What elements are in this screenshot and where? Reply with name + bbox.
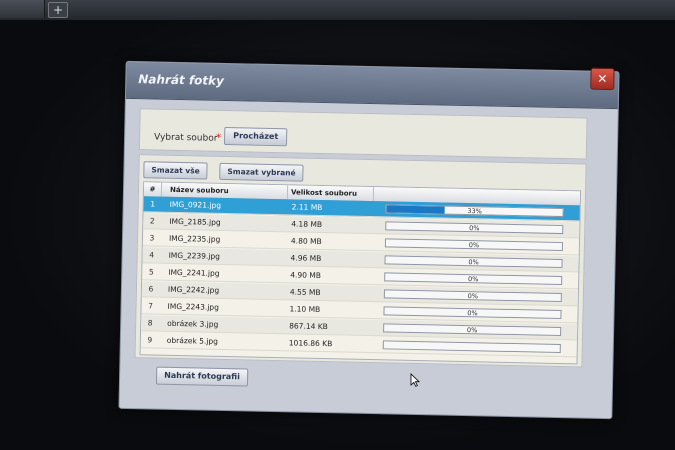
- row-number: 2: [149, 216, 155, 226]
- progress-bar: 0%: [383, 306, 562, 320]
- file-size: 4.90 MB: [290, 270, 322, 281]
- row-number: 1: [150, 199, 156, 209]
- file-name: IMG_2243.jpg: [167, 301, 219, 312]
- progress-bar: 0%: [383, 323, 562, 337]
- file-list-table: # Název souboru Velikost souboru 1 IMG_09…: [139, 181, 582, 365]
- row-number: 8: [147, 318, 153, 328]
- row-number: 7: [148, 301, 154, 311]
- progress-bar: 0%: [384, 272, 563, 286]
- dialog-titlebar[interactable]: Nahrát fotky ✕: [125, 61, 619, 110]
- delete-all-button[interactable]: Smazat vše: [143, 161, 208, 180]
- files-panel: Smazat vše Smazat vybrané # Název soubor…: [134, 154, 587, 368]
- browser-tab-strip: +: [0, 0, 675, 21]
- row-number: 4: [149, 250, 155, 260]
- progress-bar: [382, 340, 561, 354]
- progress-label: 33%: [467, 207, 482, 216]
- progress-label: 0%: [469, 224, 480, 233]
- progress-label: [384, 341, 560, 352]
- file-name: IMG_2239.jpg: [168, 250, 221, 261]
- file-size: 1016.86 KB: [288, 338, 333, 349]
- file-size: 4.96 MB: [290, 253, 322, 264]
- row-number: 9: [147, 335, 153, 345]
- new-tab-button[interactable]: +: [48, 2, 68, 18]
- required-marker: *: [215, 132, 222, 144]
- progress-bar: 0%: [384, 238, 563, 252]
- progress-bar: 0%: [384, 255, 563, 269]
- progress-bar: 33%: [385, 204, 564, 218]
- file-size: 4.18 MB: [291, 219, 323, 230]
- row-number: 3: [149, 233, 155, 243]
- mouse-cursor-icon: [410, 373, 420, 387]
- file-size: 1.10 MB: [289, 304, 321, 314]
- progress-label: 0%: [468, 258, 479, 267]
- browser-tab[interactable]: [0, 0, 45, 18]
- file-size: 4.55 MB: [289, 287, 321, 297]
- file-name: IMG_0921.jpg: [169, 199, 222, 210]
- upload-progress-cell: [371, 337, 577, 357]
- progress-label: 0%: [467, 309, 478, 318]
- file-name: IMG_2241.jpg: [168, 267, 220, 278]
- progress-label: 0%: [467, 292, 479, 301]
- close-button[interactable]: ✕: [590, 67, 615, 91]
- file-size: 2.11 MB: [291, 202, 323, 213]
- select-file-label: Vybrat soubor: [153, 132, 218, 144]
- progress-label: 0%: [468, 241, 480, 250]
- header-num[interactable]: #: [143, 182, 163, 197]
- delete-selected-button[interactable]: Smazat vybrané: [219, 162, 304, 182]
- file-size: 867.14 KB: [289, 321, 328, 332]
- browse-button[interactable]: Procházet: [223, 126, 288, 147]
- file-name: IMG_2185.jpg: [169, 216, 221, 227]
- file-name: obrázek 3.jpg: [167, 318, 219, 329]
- row-number: 5: [148, 267, 154, 277]
- file-size: 4.80 MB: [290, 236, 322, 247]
- dialog-title: Nahrát fotky: [138, 72, 225, 88]
- row-number: 6: [148, 284, 154, 294]
- file-select-panel: Vybrat soubor * Procházet: [138, 108, 588, 160]
- progress-label: 0%: [466, 326, 478, 335]
- progress-label: 0%: [467, 275, 479, 284]
- file-name: IMG_2235.jpg: [168, 233, 221, 244]
- progress-bar: 0%: [385, 221, 564, 235]
- file-name: IMG_2242.jpg: [167, 284, 220, 295]
- upload-photo-button[interactable]: Nahrát fotografii: [155, 366, 249, 387]
- progress-bar: 0%: [383, 289, 562, 303]
- upload-photos-dialog: Nahrát fotky ✕ Vybrat soubor * Procházet…: [118, 60, 620, 420]
- close-icon: ✕: [597, 71, 608, 86]
- file-name: obrázek 5.jpg: [166, 335, 219, 346]
